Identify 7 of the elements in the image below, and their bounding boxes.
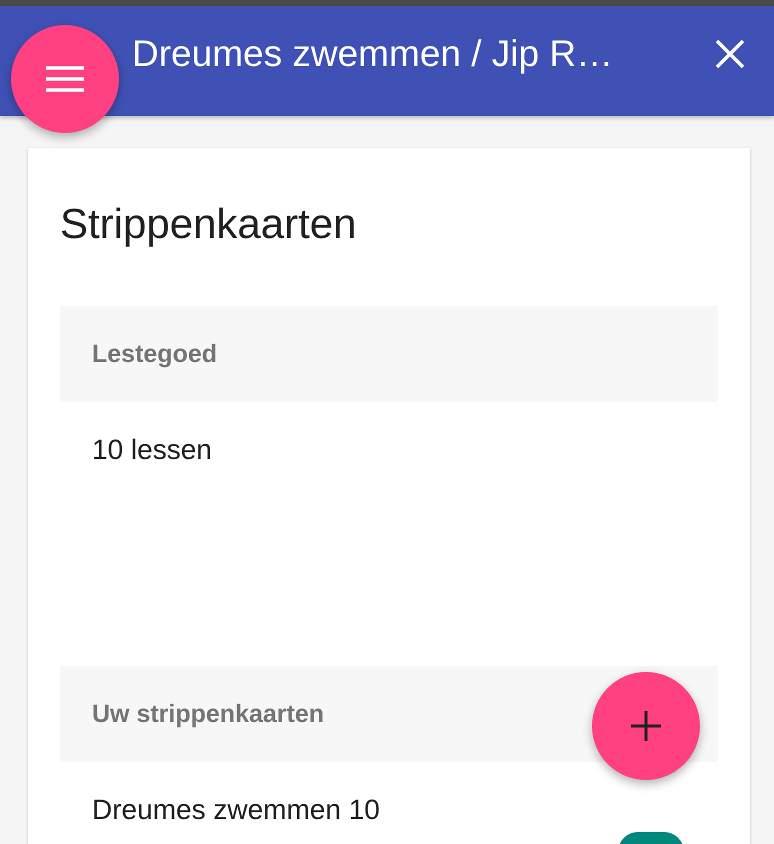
list-item-text: Dreumes zwemmen 10 <box>91 793 381 827</box>
menu-icon <box>46 66 84 92</box>
list-item-text: 10 lessen <box>91 433 213 467</box>
section-header: Lestegoed <box>60 306 718 402</box>
card-title: Strippenkaarten <box>60 200 358 248</box>
plus-icon <box>631 711 661 741</box>
app-bar-title: Dreumes zwemmen / Jip R… <box>132 33 614 75</box>
